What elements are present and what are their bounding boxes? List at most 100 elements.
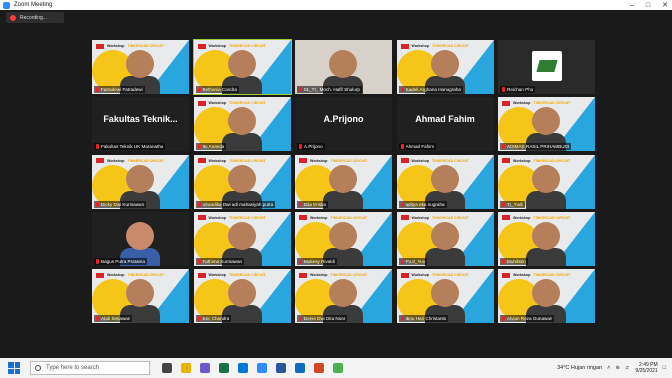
banner-event-text: TINKERCAD CIRCUIT bbox=[432, 44, 469, 48]
participant-tile[interactable]: Workshop TINKERCAD CIRCUIT Ito Ananda bbox=[193, 97, 291, 152]
recording-indicator[interactable]: Recording... bbox=[6, 12, 64, 23]
banner-event-text: TINKERCAD CIRCUIT bbox=[229, 158, 266, 163]
university-logo-icon bbox=[96, 272, 104, 278]
excel-icon[interactable] bbox=[219, 363, 229, 373]
participant-name-tag: Ahmad Fahim bbox=[398, 143, 437, 151]
participant-body bbox=[323, 190, 363, 209]
virtual-background-banner: Workshop TINKERCAD CIRCUIT bbox=[299, 272, 391, 278]
clock[interactable]: 2:49 PM 9/25/2021 bbox=[635, 362, 657, 374]
participant-tile[interactable]: Reichan Pho bbox=[498, 40, 595, 94]
participant-name-tag: Ito Ananda bbox=[195, 143, 227, 151]
participant-name-tag: Bethania Candra bbox=[195, 86, 239, 93]
participant-face bbox=[227, 164, 256, 193]
zoom-taskbar-icon[interactable] bbox=[257, 363, 267, 373]
university-logo-icon bbox=[197, 215, 206, 221]
banner-workshop-text: Workshop bbox=[411, 215, 430, 220]
chrome-icon[interactable] bbox=[333, 363, 343, 373]
outlook-icon[interactable] bbox=[295, 363, 305, 373]
task-view-icon[interactable] bbox=[162, 363, 172, 373]
university-logo-icon bbox=[197, 43, 206, 49]
muted-mic-icon bbox=[96, 87, 99, 92]
banner-event-text: TINKERCAD CIRCUIT bbox=[229, 273, 266, 278]
participant-name: A.Prijono bbox=[304, 144, 323, 150]
muted-mic-icon bbox=[96, 316, 99, 322]
banner-workshop-text: Workshop bbox=[107, 273, 125, 278]
participant-face bbox=[126, 221, 154, 250]
muted-mic-icon bbox=[502, 258, 505, 264]
virtual-background-banner: Workshop TINKERCAD CIRCUIT bbox=[197, 215, 290, 221]
zoom-app-icon bbox=[3, 1, 10, 9]
participant-name: aditya eka nugraha bbox=[405, 201, 445, 207]
participant-tile[interactable]: Workshop TINKERCAD CIRCUIT Kadek Arghana H… bbox=[396, 40, 494, 94]
university-logo-icon bbox=[400, 272, 409, 278]
participant-tile[interactable]: Workshop TINKERCAD CIRCUIT Bethania Candra bbox=[192, 39, 292, 95]
participant-name: 01_TI_ Moch. Hafif Shulurp bbox=[304, 87, 360, 92]
participant-face bbox=[227, 50, 256, 78]
muted-mic-icon bbox=[197, 144, 201, 150]
chevron-up-icon[interactable]: ˄ bbox=[607, 365, 610, 371]
participant-tile[interactable]: Workshop TINKERCAD CIRCUIT Muhibbin bbox=[498, 211, 595, 266]
participant-name-tag: Dila Eriska bbox=[297, 200, 328, 208]
clock-date: 9/25/2021 bbox=[635, 368, 658, 374]
participant-body bbox=[526, 190, 566, 209]
participant-tile[interactable]: Workshop TINKERCAD CIRCUIT Dicky Dwi Kurni… bbox=[92, 154, 189, 209]
participant-tile[interactable]: Workshop TINKERCAD CIRCUIT Mukesy Rivaldi bbox=[295, 211, 392, 266]
virtual-background-banner: Workshop TINKERCAD CIRCUIT bbox=[400, 43, 493, 49]
word-icon[interactable] bbox=[276, 363, 286, 373]
muted-mic-icon bbox=[197, 316, 201, 322]
participant-tile[interactable]: Bagus Putra Pratama bbox=[92, 211, 189, 266]
participant-tile[interactable]: Workshop TINKERCAD CIRCUIT Ibnu Hari Chris… bbox=[396, 269, 494, 324]
taskbar-search-input[interactable]: Type here to search bbox=[30, 361, 150, 375]
muted-mic-icon bbox=[400, 258, 404, 264]
participant-body bbox=[526, 247, 566, 266]
edge-icon[interactable] bbox=[238, 363, 248, 373]
virtual-background-banner: Workshop TINKERCAD CIRCUIT bbox=[400, 272, 493, 278]
participant-tile[interactable]: Workshop TINKERCAD CIRCUIT aditya eka nugr… bbox=[396, 154, 494, 209]
participant-tile[interactable]: Fakultas Teknik... Fakultas Teknik UK Mar… bbox=[92, 97, 189, 152]
participant-name: Fatradewi Fatradewi bbox=[101, 87, 143, 92]
participant-tile[interactable]: Workshop TINKERCAD CIRCUIT FVJI_Yuv bbox=[396, 211, 494, 266]
participant-face bbox=[532, 164, 560, 193]
wifi-icon[interactable]: ≋ bbox=[615, 365, 620, 371]
powerpoint-icon[interactable] bbox=[314, 363, 324, 373]
notification-icon[interactable]: □ bbox=[663, 365, 666, 371]
participant-tile[interactable]: Workshop TINKERCAD CIRCUIT Denis Dwi Dita … bbox=[295, 269, 392, 324]
participant-tile[interactable]: Workshop TINKERCAD CIRCUIT TI_Yudi bbox=[498, 154, 595, 209]
university-logo-icon bbox=[299, 272, 307, 278]
banner-event-text: TINKERCAD CIRCUIT bbox=[127, 158, 165, 163]
minimize-icon[interactable]: – bbox=[630, 2, 634, 9]
university-logo-icon bbox=[299, 158, 307, 164]
participant-tile[interactable]: Workshop TINKERCAD CIRCUIT Alvian Reza Gun… bbox=[498, 269, 595, 324]
start-icon[interactable] bbox=[8, 362, 20, 374]
participant-face bbox=[430, 50, 459, 78]
participant-face bbox=[329, 164, 357, 193]
participant-tile[interactable]: Workshop TINKERCAD CIRCUIT ADIMAS RASIL PR… bbox=[498, 97, 595, 152]
participant-name: Dicky Dwi Kurniawan bbox=[101, 201, 145, 207]
participant-tile[interactable]: Ahmad Fahim Ahmad Fahim bbox=[396, 97, 494, 152]
banner-workshop-text: Workshop bbox=[411, 44, 430, 48]
participant-name-tag: FVJI_Yuv bbox=[398, 257, 428, 265]
participant-tile[interactable]: A.Prijono A.Prijono bbox=[295, 97, 392, 152]
participant-tile[interactable]: Workshop TINKERCAD CIRCUIT Eric Chandra bbox=[193, 269, 291, 324]
weather-label[interactable]: 34°C Hujan ringan bbox=[557, 365, 602, 371]
participant-tile[interactable]: Workshop TINKERCAD CIRCUIT Fatradewi Fatra… bbox=[92, 40, 189, 94]
virtual-background-banner: Workshop TINKERCAD CIRCUIT bbox=[197, 43, 290, 49]
volume-icon[interactable]: ♬ bbox=[625, 365, 631, 371]
virtual-background-banner: Workshop TINKERCAD CIRCUIT bbox=[96, 43, 188, 49]
file-explorer-icon[interactable] bbox=[181, 363, 191, 373]
participant-name-tag: Abdi Setiawan bbox=[94, 315, 133, 323]
search-icon bbox=[35, 365, 41, 371]
participant-face bbox=[126, 279, 154, 308]
banner-event-text: TINKERCAD CIRCUIT bbox=[330, 158, 368, 163]
participant-tile[interactable]: Workshop TINKERCAD CIRCUIT Dila Eriska bbox=[295, 154, 392, 209]
participant-face bbox=[329, 50, 357, 78]
teams-icon[interactable] bbox=[200, 363, 210, 373]
participant-face bbox=[126, 50, 154, 78]
participant-tile[interactable]: Workshop TINKERCAD CIRCUIT Fathima Kurniaw… bbox=[193, 211, 291, 266]
participant-tile[interactable]: Workshop TINKERCAD CIRCUIT Abdi Setiawan bbox=[92, 269, 189, 324]
maximize-icon[interactable]: □ bbox=[646, 2, 650, 9]
participant-tile[interactable]: 01_TI_ Moch. Hafif Shulurp bbox=[295, 40, 392, 94]
participant-tile[interactable]: Workshop TINKERCAD CIRCUIT Virandika Dwi a… bbox=[193, 154, 291, 209]
participant-name-tag: Denis Dwi Dita Noor bbox=[297, 315, 348, 323]
close-icon[interactable]: ✕ bbox=[662, 1, 668, 9]
